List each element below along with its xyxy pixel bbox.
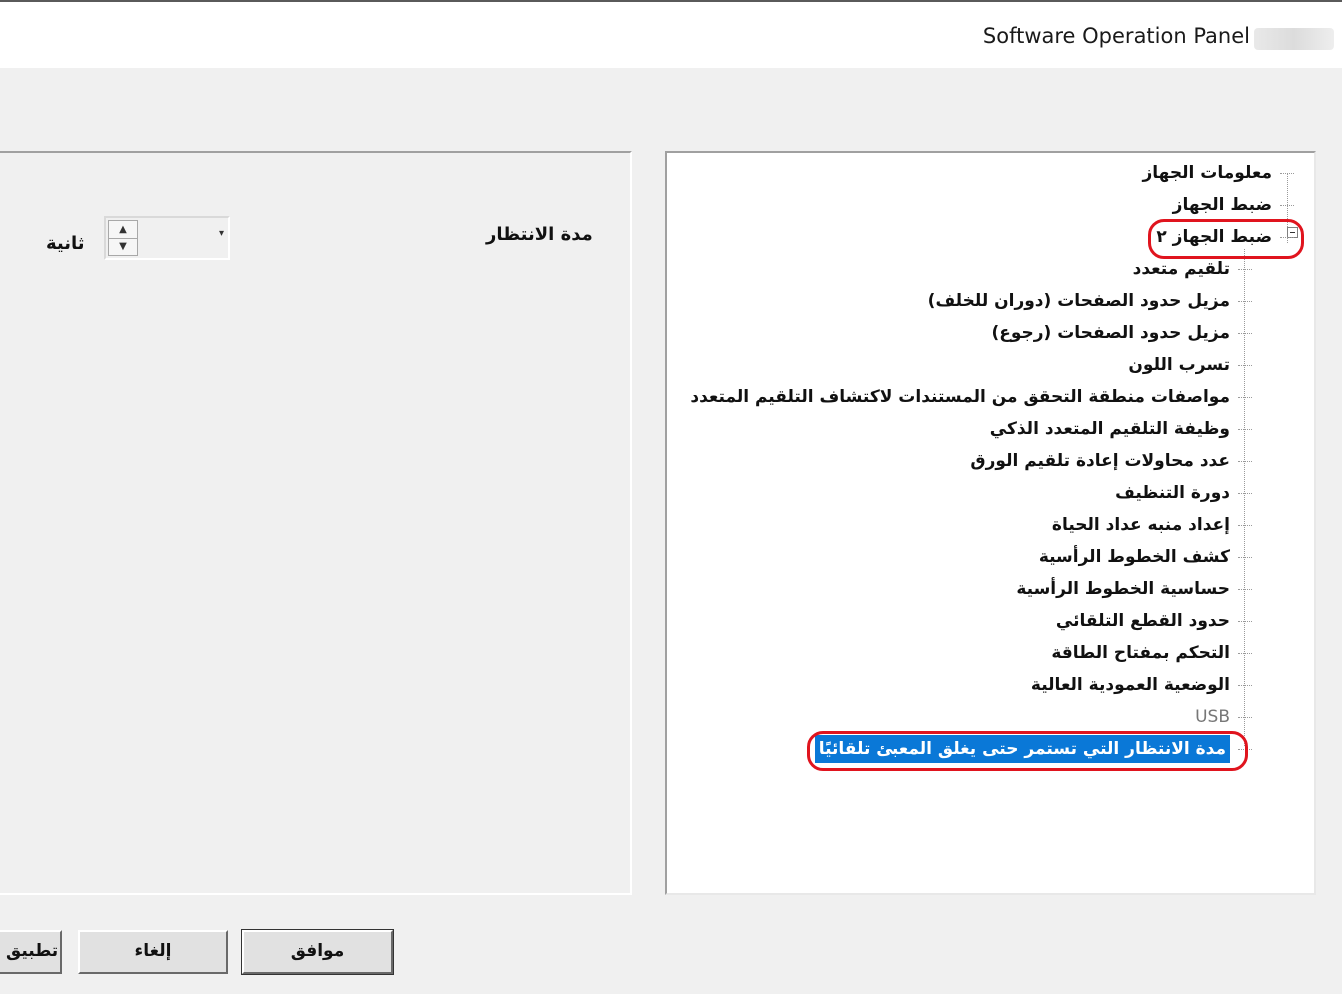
tree-item[interactable]: حساسية الخطوط الرأسية: [667, 575, 1314, 603]
tree-item[interactable]: وظيفة التلقيم المتعدد الذكي: [667, 415, 1314, 443]
tree-item-label: الوضعية العمودية العالية: [1030, 675, 1230, 695]
tree-connector: [1238, 269, 1252, 270]
tree-connector: [1280, 205, 1294, 206]
spin-buttons[interactable]: ▲ ▼: [108, 220, 138, 256]
wait-time-label: مدة الانتظار: [486, 224, 593, 245]
tree-connector: [1238, 493, 1252, 494]
tree-item[interactable]: ضبط الجهاز: [667, 191, 1314, 219]
tree-item-label: دورة التنظيف: [1115, 483, 1230, 503]
apply-button[interactable]: تطبيق: [0, 930, 62, 974]
tree-item-label: حدود القطع التلقائي: [1055, 611, 1230, 631]
tree-item[interactable]: مزيل حدود الصفحات (رجوع): [667, 319, 1314, 347]
ok-button[interactable]: موافق: [241, 929, 394, 975]
tree-item[interactable]: إعداد منبه عداد الحياة: [667, 511, 1314, 539]
tree-item[interactable]: مزيل حدود الصفحات (دوران للخلف): [667, 287, 1314, 315]
title-bar: Software Operation Panel: [0, 0, 1342, 68]
tree-item[interactable]: كشف الخطوط الرأسية: [667, 543, 1314, 571]
highlight-ring: [1148, 219, 1304, 259]
window-title: Software Operation Panel: [982, 24, 1250, 48]
spin-down-icon[interactable]: ▼: [109, 238, 137, 255]
tree-item[interactable]: USB: [667, 703, 1314, 731]
tree-connector: [1238, 461, 1252, 462]
tree-connector: [1238, 557, 1252, 558]
settings-panel: [0, 151, 632, 895]
tree-connector: [1238, 397, 1252, 398]
tree-item-label: وظيفة التلقيم المتعدد الذكي: [989, 419, 1230, 439]
tree-connector: [1238, 685, 1252, 686]
tree-item-label: معلومات الجهاز: [1142, 163, 1272, 183]
spin-up-icon[interactable]: ▲: [109, 221, 137, 239]
tree-item-label: تلقيم متعدد: [1132, 259, 1230, 279]
tree-item-label: التحكم بمفتاح الطاقة: [1051, 643, 1230, 663]
tree-item-label: مزيل حدود الصفحات (دوران للخلف): [927, 291, 1230, 311]
tree-connector: [1238, 429, 1252, 430]
tree-item[interactable]: حدود القطع التلقائي: [667, 607, 1314, 635]
tree-item[interactable]: مواصفات منطقة التحقق من المستندات لاكتشا…: [667, 383, 1314, 411]
tree-item[interactable]: عدد محاولات إعادة تلقيم الورق: [667, 447, 1314, 475]
tree-connector: [1238, 365, 1252, 366]
tree-connector: [1238, 589, 1252, 590]
cancel-button[interactable]: إلغاء: [78, 930, 228, 974]
highlight-ring: [806, 731, 1248, 771]
tree-connector: [1238, 301, 1252, 302]
tree-connector: [1238, 717, 1252, 718]
tree-item-label: كشف الخطوط الرأسية: [1038, 547, 1230, 567]
dialog-window: Software Operation Panel مدة الانتظار ▲ …: [0, 0, 1342, 994]
tree-item-label: عدد محاولات إعادة تلقيم الورق: [970, 451, 1230, 471]
dropdown-arrow-icon[interactable]: ▾: [219, 228, 224, 239]
tree-item[interactable]: التحكم بمفتاح الطاقة: [667, 639, 1314, 667]
tree-item-label: ضبط الجهاز: [1172, 195, 1272, 215]
tree-connector: [1238, 333, 1252, 334]
tree-item[interactable]: تسرب اللون: [667, 351, 1314, 379]
tree-item[interactable]: الوضعية العمودية العالية: [667, 671, 1314, 699]
tree-item[interactable]: دورة التنظيف: [667, 479, 1314, 507]
tree-item-label: تسرب اللون: [1128, 355, 1230, 375]
tree-connector: [1238, 653, 1252, 654]
redacted-title-suffix: [1254, 28, 1334, 50]
seconds-unit-label: ثانية: [46, 233, 85, 254]
tree-connector: [1238, 621, 1252, 622]
settings-tree[interactable]: معلومات الجهاز ضبط الجهاز ضبط الجهاز ٢ تلقي…: [665, 151, 1316, 895]
tree-connector: [1280, 173, 1294, 174]
tree-item[interactable]: معلومات الجهاز: [667, 159, 1314, 187]
tree-item-label: USB: [1195, 707, 1230, 727]
tree-item[interactable]: تلقيم متعدد: [667, 255, 1314, 283]
tree-item-label: مواصفات منطقة التحقق من المستندات لاكتشا…: [690, 387, 1230, 407]
tree-item-label: حساسية الخطوط الرأسية: [1016, 579, 1230, 599]
tree-connector: [1238, 525, 1252, 526]
tree-item-label: مزيل حدود الصفحات (رجوع): [991, 323, 1230, 343]
wait-time-spinbox[interactable]: ▲ ▼ ▾: [104, 216, 230, 260]
tree-item-label: إعداد منبه عداد الحياة: [1051, 515, 1230, 535]
